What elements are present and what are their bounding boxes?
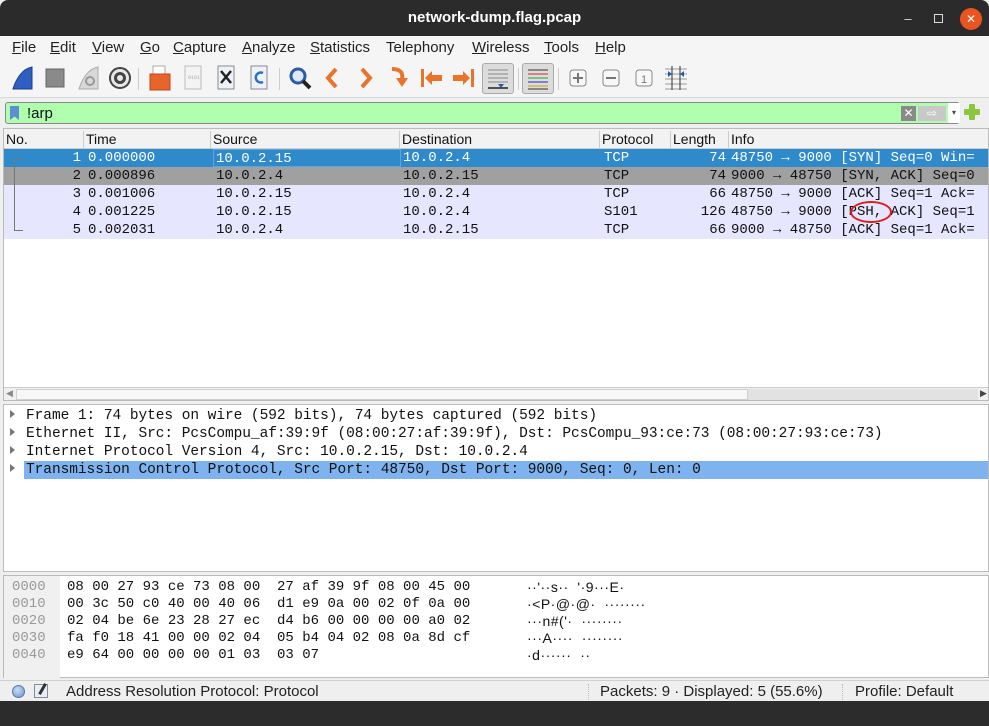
reload-file-icon[interactable] — [245, 64, 273, 92]
capture-options-icon[interactable] — [106, 64, 134, 92]
last-packet-icon[interactable] — [450, 64, 478, 92]
autoscroll-icon[interactable] — [482, 63, 514, 94]
menu-statistics[interactable]: Statistics — [310, 39, 370, 56]
svg-text:1: 1 — [641, 74, 647, 86]
add-filter-button-icon[interactable] — [964, 104, 980, 120]
wireshark-window: network-dump.flag.pcap – ✕ File Edit Vie… — [0, 0, 989, 701]
packet-list: No. Time Source Destination Protocol Len… — [3, 128, 989, 401]
minimize-button[interactable]: – — [897, 8, 919, 30]
close-file-icon[interactable] — [212, 64, 240, 92]
menu-analyze[interactable]: Analyze — [242, 39, 295, 56]
toolbar-separator — [138, 68, 139, 90]
column-header-time[interactable]: Time — [83, 131, 210, 149]
go-back-icon[interactable] — [318, 64, 346, 92]
main-toolbar: 0101 1 — [0, 60, 989, 98]
restart-capture-icon[interactable] — [74, 64, 102, 92]
menu-edit[interactable]: Edit — [50, 39, 76, 56]
stop-capture-icon[interactable] — [41, 64, 69, 92]
packet-row[interactable]: 4 0.001225 10.0.2.15 10.0.2.4 S101 126 4… — [4, 203, 988, 221]
status-message: Address Resolution Protocol: Protocol — [66, 683, 319, 700]
menu-view[interactable]: View — [92, 39, 124, 56]
go-forward-icon[interactable] — [352, 64, 380, 92]
expand-arrow-icon[interactable] — [10, 464, 15, 472]
bytes-row[interactable]: 0010 00 3c 50 c0 40 00 40 06 d1 e9 0a 00… — [4, 595, 988, 612]
menu-wireless[interactable]: Wireless — [472, 39, 530, 56]
horizontal-scrollbar[interactable]: ◀ ▶ — [4, 387, 988, 400]
packet-count: Packets: 9 · Displayed: 5 (55.6%) — [600, 683, 823, 700]
scrollbar-thumb[interactable] — [16, 389, 748, 400]
packet-row[interactable]: 2 0.000896 10.0.2.4 10.0.2.15 TCP 74 900… — [4, 167, 988, 185]
start-capture-icon[interactable] — [8, 64, 36, 92]
menu-capture[interactable]: Capture — [173, 39, 226, 56]
bytes-row[interactable]: 0000 08 00 27 93 ce 73 08 00 27 af 39 9f… — [4, 578, 988, 595]
clear-filter-icon[interactable]: ✕ — [901, 106, 916, 121]
scroll-right-icon[interactable]: ▶ — [980, 388, 987, 399]
detail-row-ipv4[interactable]: Internet Protocol Version 4, Src: 10.0.2… — [4, 443, 988, 461]
save-file-icon[interactable]: 0101 — [179, 64, 207, 92]
capture-comment-icon[interactable] — [34, 684, 48, 698]
title-bar: network-dump.flag.pcap – ✕ — [0, 0, 989, 36]
column-header-length[interactable]: Length — [670, 131, 728, 149]
toolbar-separator — [558, 68, 559, 90]
window-title: network-dump.flag.pcap — [407, 9, 582, 26]
packet-row[interactable]: 5 0.002031 10.0.2.4 10.0.2.15 TCP 66 900… — [4, 221, 988, 239]
bytes-row[interactable]: 0040 e9 64 00 00 00 00 01 03 03 07 ·d···… — [4, 646, 988, 663]
toolbar-separator — [279, 68, 280, 90]
maximize-button[interactable] — [927, 8, 949, 30]
packet-bytes-pane: 0000 08 00 27 93 ce 73 08 00 27 af 39 9f… — [3, 575, 989, 679]
bytes-row[interactable]: 0020 02 04 be 6e 23 28 27 ec d4 b6 00 00… — [4, 612, 988, 629]
detail-row-frame[interactable]: Frame 1: 74 bytes on wire (592 bits), 74… — [4, 407, 988, 425]
go-to-packet-icon[interactable] — [384, 64, 412, 92]
status-separator — [588, 684, 589, 700]
column-header-no[interactable]: No. — [4, 131, 83, 149]
status-separator — [842, 684, 843, 700]
display-filter-bar: !arp ✕ ⇨ ▾ — [0, 100, 989, 126]
packet-row[interactable]: 1 0.000000 10.0.2.15 10.0.2.4 TCP 74 487… — [4, 149, 988, 167]
open-file-icon[interactable] — [146, 64, 174, 92]
toolbar-separator — [518, 68, 519, 90]
resize-columns-icon[interactable] — [662, 64, 690, 92]
packet-row[interactable]: 3 0.001006 10.0.2.15 10.0.2.4 TCP 66 487… — [4, 185, 988, 203]
expand-arrow-icon[interactable] — [10, 410, 15, 418]
find-packet-icon[interactable] — [286, 64, 314, 92]
normal-size-icon[interactable]: 1 — [630, 64, 658, 92]
status-bar: Address Resolution Protocol: Protocol Pa… — [0, 680, 989, 701]
first-packet-icon[interactable] — [417, 64, 445, 92]
close-button[interactable]: ✕ — [960, 8, 982, 30]
filter-history-dropdown-icon[interactable]: ▾ — [948, 103, 960, 123]
display-filter-input[interactable]: !arp ✕ ⇨ ▾ — [5, 102, 960, 124]
scrollbar-trough[interactable] — [748, 389, 978, 400]
column-header-destination[interactable]: Destination — [399, 131, 599, 149]
svg-text:0101: 0101 — [188, 75, 200, 81]
profile-selector[interactable]: Profile: Default — [855, 683, 953, 700]
colorize-icon[interactable] — [522, 63, 554, 94]
expand-arrow-icon[interactable] — [10, 428, 15, 436]
menu-tools[interactable]: Tools — [544, 39, 579, 56]
conversation-tree-line — [14, 159, 23, 231]
packet-details-pane: Frame 1: 74 bytes on wire (592 bits), 74… — [3, 404, 989, 572]
bookmark-icon[interactable] — [10, 106, 19, 120]
column-header-info[interactable]: Info — [728, 131, 988, 149]
menu-go[interactable]: Go — [140, 39, 160, 56]
filter-text[interactable]: !arp — [27, 105, 53, 122]
apply-filter-icon[interactable]: ⇨ — [918, 106, 946, 121]
column-header-source[interactable]: Source — [210, 131, 399, 149]
detail-row-ethernet[interactable]: Ethernet II, Src: PcsCompu_af:39:9f (08:… — [4, 425, 988, 443]
packet-list-header: No. Time Source Destination Protocol Len… — [4, 129, 988, 149]
expand-arrow-icon[interactable] — [10, 446, 15, 454]
detail-row-tcp[interactable]: Transmission Control Protocol, Src Port:… — [4, 461, 988, 479]
bytes-row[interactable]: 0030 fa f0 18 41 00 00 02 04 05 b4 04 02… — [4, 629, 988, 646]
zoom-out-icon[interactable] — [597, 64, 625, 92]
menu-file[interactable]: File — [12, 39, 36, 56]
menu-bar: File Edit View Go Capture Analyze Statis… — [0, 36, 989, 60]
menu-help[interactable]: Help — [595, 39, 626, 56]
scroll-left-icon[interactable]: ◀ — [6, 388, 13, 399]
zoom-in-icon[interactable] — [564, 64, 592, 92]
menu-telephony[interactable]: Telephony — [386, 39, 454, 56]
column-header-protocol[interactable]: Protocol — [599, 131, 670, 149]
expert-info-icon[interactable] — [12, 685, 25, 698]
psh-annotation-circle — [850, 201, 892, 223]
